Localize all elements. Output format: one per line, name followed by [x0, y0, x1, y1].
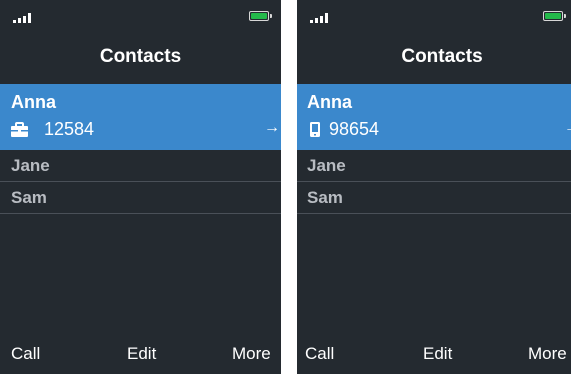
contact-item-jane[interactable]: Jane [297, 150, 571, 182]
phone-screen-mobile-number: Contacts Anna 98654 → Jane Sam Call Edit… [297, 0, 571, 374]
contact-item-anna-selected[interactable]: Anna 98654 → [297, 84, 571, 150]
phone-screen-work-number: Contacts Anna 12584 → Jane Sam Call Edit… [0, 0, 281, 374]
contact-name: Anna [11, 92, 56, 112]
contact-number: 98654 [329, 119, 380, 139]
screenshot-canvas: Contacts Anna 12584 → Jane Sam Call Edit… [0, 0, 571, 374]
battery-icon [249, 11, 272, 21]
more-softkey[interactable]: More [232, 344, 271, 364]
contact-item-jane[interactable]: Jane [0, 150, 281, 182]
battery-icon [543, 11, 566, 21]
contact-item-anna-selected[interactable]: Anna 12584 → [0, 84, 281, 150]
page-title: Contacts [99, 46, 182, 67]
contact-name: Jane [11, 156, 50, 175]
more-softkey[interactable]: More [528, 344, 567, 364]
contact-name: Sam [11, 188, 47, 207]
contact-number-row: 12584 → [11, 119, 281, 141]
briefcase-icon [11, 122, 28, 137]
contact-name: Sam [307, 188, 343, 207]
status-bar [0, 0, 281, 26]
right-arrow-icon[interactable]: → [264, 119, 280, 137]
contact-item-sam[interactable]: Sam [0, 182, 281, 214]
page-title: Contacts [401, 46, 483, 67]
contact-item-sam[interactable]: Sam [297, 182, 571, 214]
mobile-phone-icon [310, 122, 320, 137]
status-bar [297, 0, 571, 26]
right-arrow-icon[interactable]: → [564, 119, 571, 137]
call-softkey[interactable]: Call [11, 344, 40, 364]
signal-bars-icon [310, 13, 332, 23]
signal-bars-icon [13, 13, 35, 23]
contact-name: Anna [307, 92, 352, 112]
contact-name: Jane [307, 156, 346, 175]
call-softkey[interactable]: Call [305, 344, 334, 364]
edit-softkey[interactable]: Edit [127, 344, 156, 364]
contact-number: 12584 [44, 119, 95, 139]
contact-number-row: 98654 → [308, 119, 571, 141]
edit-softkey[interactable]: Edit [423, 344, 452, 364]
